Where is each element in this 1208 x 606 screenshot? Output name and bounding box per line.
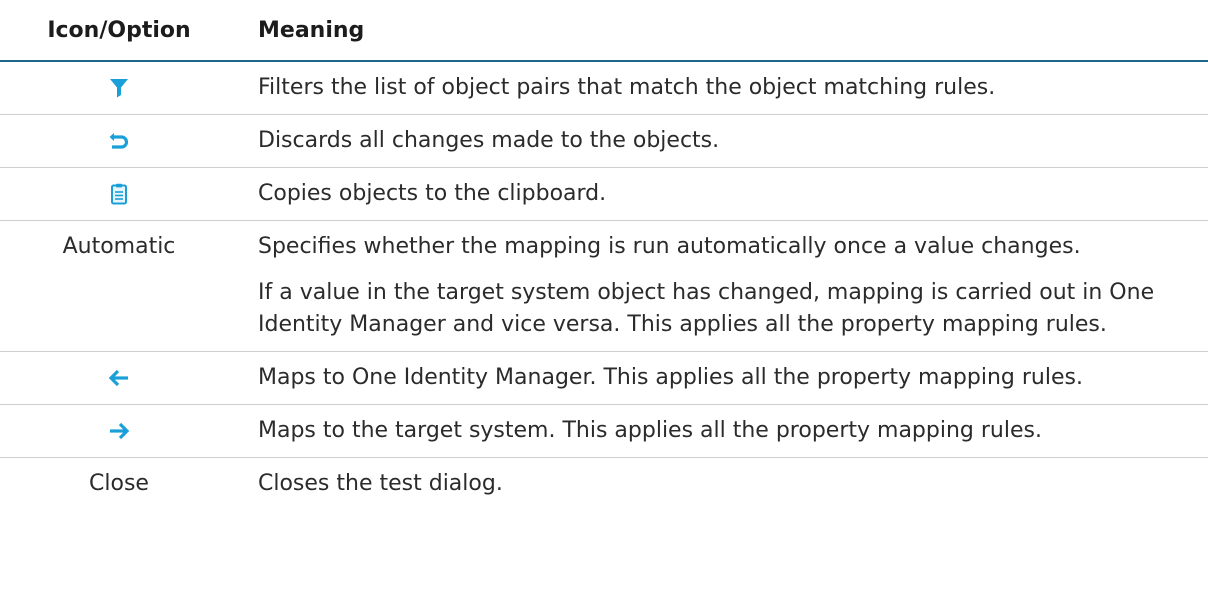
meaning-text: Copies objects to the clipboard. <box>258 181 607 206</box>
meaning-text: Closes the test dialog. <box>258 471 503 496</box>
meaning-cell: Discards all changes made to the objects… <box>238 114 1208 168</box>
meaning-cell: Specifies whether the mapping is run aut… <box>238 220 1208 352</box>
table-row: Automatic Specifies whether the mapping … <box>0 220 1208 352</box>
meaning-cell: Maps to One Identity Manager. This appli… <box>238 351 1208 405</box>
table-header-row: Icon/Option Meaning <box>0 0 1208 62</box>
header-icon-option: Icon/Option <box>0 0 238 62</box>
table-row: Filters the list of object pairs that ma… <box>0 61 1208 115</box>
table-row: Close Closes the test dialog. <box>0 458 1208 511</box>
icon-options-table: Icon/Option Meaning Filters the list of … <box>0 0 1208 510</box>
meaning-cell: Maps to the target system. This applies … <box>238 404 1208 458</box>
meaning-cell: Closes the test dialog. <box>238 458 1208 511</box>
icon-cell <box>0 404 238 458</box>
icon-cell <box>0 114 238 168</box>
meaning-cell: Filters the list of object pairs that ma… <box>238 61 1208 115</box>
arrow-right-icon <box>107 419 131 443</box>
meaning-cell: Copies objects to the clipboard. <box>238 167 1208 221</box>
undo-icon <box>107 129 131 153</box>
icon-cell <box>0 351 238 405</box>
table-row: Maps to the target system. This applies … <box>0 404 1208 458</box>
table-row: Discards all changes made to the objects… <box>0 114 1208 168</box>
meaning-text: Maps to the target system. This applies … <box>258 418 1042 443</box>
meaning-text: If a value in the target system object h… <box>258 280 1155 337</box>
option-label: Automatic <box>62 234 176 259</box>
icon-cell <box>0 61 238 115</box>
option-cell: Close <box>0 458 238 511</box>
header-meaning: Meaning <box>238 0 1208 62</box>
option-label: Close <box>89 471 149 496</box>
filter-icon <box>107 76 131 100</box>
meaning-text: Maps to One Identity Manager. This appli… <box>258 365 1083 390</box>
arrow-left-icon <box>107 366 131 390</box>
icon-cell <box>0 167 238 221</box>
table-row: Copies objects to the clipboard. <box>0 167 1208 221</box>
table-row: Maps to One Identity Manager. This appli… <box>0 351 1208 405</box>
meaning-text: Filters the list of object pairs that ma… <box>258 75 996 100</box>
clipboard-icon <box>107 182 131 206</box>
meaning-text: Discards all changes made to the objects… <box>258 128 720 153</box>
meaning-text: Specifies whether the mapping is run aut… <box>258 234 1081 259</box>
option-cell: Automatic <box>0 220 238 352</box>
